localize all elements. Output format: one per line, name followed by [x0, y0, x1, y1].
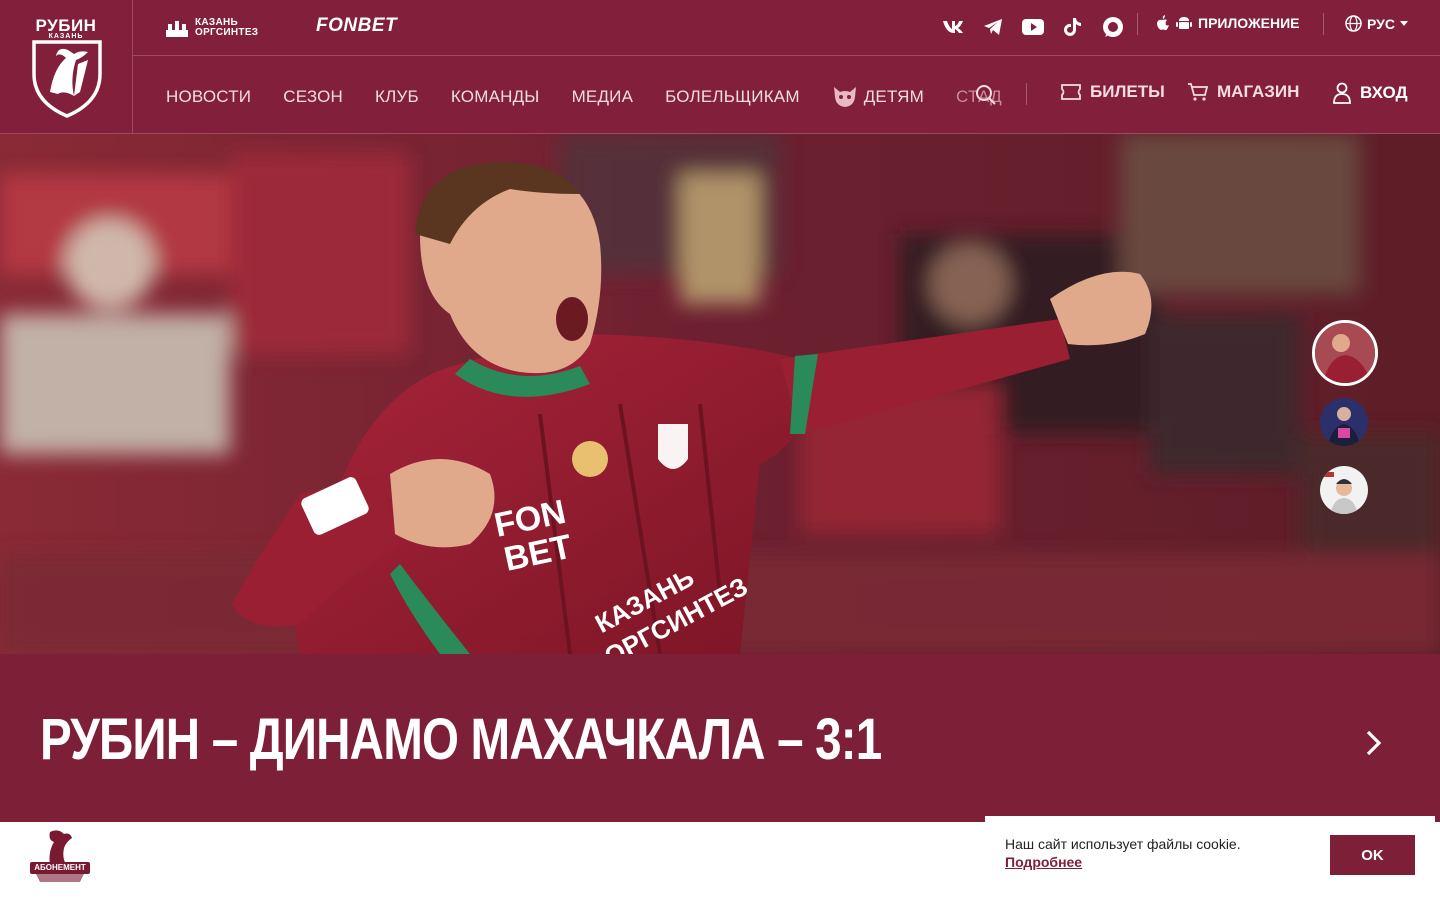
site-header: РУБИН КАЗАНЬ КАЗАНЬ ОРГСИНТЕЗ FONBET ПРИ… [0, 0, 1440, 134]
divider [1137, 13, 1138, 35]
ticket-icon [1061, 84, 1081, 100]
slide-thumb-active[interactable] [1312, 320, 1378, 386]
nav-item-fans[interactable]: БОЛЕЛЬЩИКАМ [665, 85, 800, 109]
sponsor-kazanorgsintez-label: КАЗАНЬ ОРГСИНТЕЗ [195, 17, 259, 38]
sponsor-fonbet[interactable]: FONBET [316, 15, 397, 37]
cookie-more-link[interactable]: Подробнее [1005, 854, 1082, 870]
login-link[interactable]: ВХОД [1332, 82, 1408, 104]
max-messenger-icon[interactable] [1100, 14, 1126, 40]
sponsor-kazanorgsintez[interactable]: КАЗАНЬ ОРГСИНТЕЗ [165, 16, 258, 40]
abonement-label: АБОНЕМЕНТ [30, 862, 90, 874]
nav-item-teams[interactable]: КОМАНДЫ [451, 85, 540, 109]
hero-caption: РУБИН – ДИНАМО МАХАЧКАЛА – 3:1 [0, 654, 1440, 822]
nav-list: НОВОСТИ СЕЗОН КЛУБ КОМАНДЫ МЕДИА БОЛЕЛЬЩ… [166, 85, 1034, 109]
nav-item-news[interactable]: НОВОСТИ [166, 85, 251, 109]
tiktok-icon[interactable] [1060, 14, 1086, 40]
hero-title[interactable]: РУБИН – ДИНАМО МАХАЧКАЛА – 3:1 [40, 706, 882, 773]
mascot-icon [833, 87, 856, 107]
tickets-link[interactable]: БИЛЕТЫ [1060, 82, 1165, 102]
nav-item-kids[interactable]: ДЕТЯМ [832, 85, 924, 109]
shop-label: МАГАЗИН [1217, 82, 1300, 101]
hero-photo: FON BET КАЗАНЬ ОРГСИНТЕЗ [0, 134, 1440, 654]
tickets-label: БИЛЕТЫ [1090, 82, 1165, 101]
vk-icon[interactable] [940, 14, 966, 40]
telegram-icon[interactable] [980, 14, 1006, 40]
user-icon [1333, 82, 1351, 104]
main-navigation: НОВОСТИ СЕЗОН КЛУБ КОМАНДЫ МЕДИА БОЛЕЛЬЩ… [133, 56, 1440, 134]
top-bar: КАЗАНЬ ОРГСИНТЕЗ FONBET ПРИЛОЖЕНИЕ РУС [133, 0, 1440, 56]
abonement-badge[interactable]: АБОНЕМЕНТ [28, 828, 92, 884]
caret-down-icon [1399, 21, 1408, 26]
app-download-link[interactable]: ПРИЛОЖЕНИЕ [1156, 15, 1300, 31]
cookie-text: Наш сайт использует файлы cookie. [1005, 836, 1241, 852]
cookie-banner: Наш сайт использует файлы cookie. Подроб… [985, 816, 1435, 900]
nav-item-media[interactable]: МЕДИА [572, 85, 634, 109]
app-download-label: ПРИЛОЖЕНИЕ [1198, 15, 1300, 31]
cookie-ok-button[interactable]: OK [1330, 835, 1415, 875]
divider [1026, 83, 1027, 105]
hero-slider[interactable]: FON BET КАЗАНЬ ОРГСИНТЕЗ [0, 134, 1440, 654]
search-icon[interactable] [974, 83, 998, 107]
club-shield-icon [32, 40, 102, 118]
language-label: РУС [1367, 15, 1395, 32]
youtube-icon[interactable] [1020, 14, 1046, 40]
slide-thumb-2[interactable] [1320, 398, 1368, 446]
android-icon [1176, 17, 1192, 29]
cart-icon [1188, 83, 1209, 101]
social-links [940, 14, 1126, 40]
login-label: ВХОД [1360, 83, 1408, 102]
nav-item-club[interactable]: КЛУБ [375, 85, 419, 109]
globe-icon [1345, 15, 1362, 32]
slide-thumb-3[interactable] [1320, 466, 1368, 514]
nav-item-season[interactable]: СЕЗОН [283, 85, 343, 109]
shop-link[interactable]: МАГАЗИН [1187, 82, 1299, 102]
nav-item-kids-label: ДЕТЯМ [863, 87, 925, 106]
club-logo[interactable]: РУБИН КАЗАНЬ [0, 0, 133, 134]
apple-icon [1157, 15, 1169, 31]
language-selector[interactable]: РУС [1345, 15, 1408, 32]
orgsintez-logo-icon [166, 21, 188, 37]
chevron-right-icon[interactable] [1356, 726, 1390, 760]
divider [1323, 13, 1324, 35]
abonement-logo-icon [36, 830, 84, 882]
